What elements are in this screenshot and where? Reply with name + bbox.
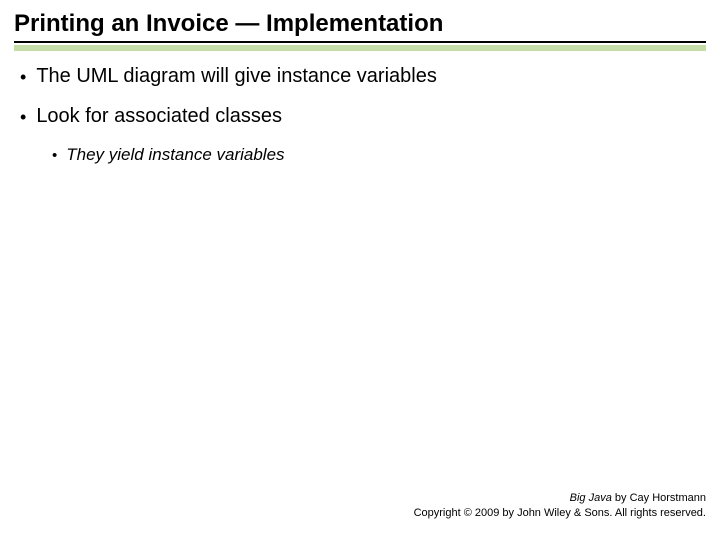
bullet-dot-icon: • [20,65,26,89]
bullet-text: Look for associated classes [36,105,282,128]
bullet-dot-icon: • [20,105,26,129]
title-accent-line [14,45,706,51]
footer-copyright: Copyright © 2009 by John Wiley & Sons. A… [414,506,706,520]
content-area: • The UML diagram will give instance var… [14,65,706,167]
slide-container: Printing an Invoice — Implementation • T… [0,0,720,540]
bullet-level1: • The UML diagram will give instance var… [20,65,706,89]
footer: Big Java by Cay Horstmann Copyright © 20… [414,491,706,520]
footer-book-title: Big Java [570,492,612,504]
bullet-text: They yield instance variables [66,145,284,165]
footer-author: by Cay Horstmann [612,492,706,504]
bullet-dot-icon: • [52,145,57,167]
footer-line1: Big Java by Cay Horstmann [414,491,706,505]
page-title: Printing an Invoice — Implementation [14,10,706,43]
bullet-text: The UML diagram will give instance varia… [36,65,437,88]
bullet-level2: • They yield instance variables [52,145,706,167]
bullet-level1: • Look for associated classes [20,105,706,129]
